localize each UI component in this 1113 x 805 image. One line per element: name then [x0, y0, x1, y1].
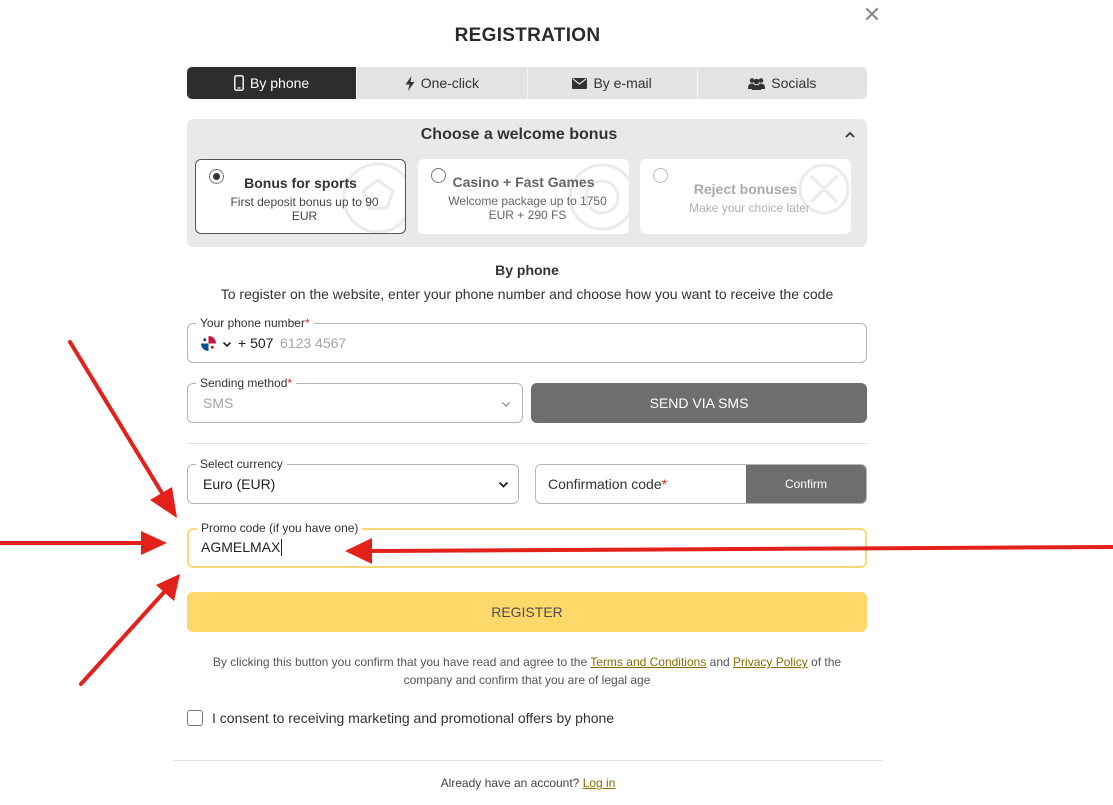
bonus-name: Reject bonuses — [693, 181, 798, 197]
bonus-title: Choose a welcome bonus — [420, 126, 618, 143]
bonus-option-sports[interactable]: Bonus for sports First deposit bonus up … — [195, 159, 406, 234]
divider — [187, 443, 867, 444]
close-icon[interactable]: ✕ — [861, 4, 883, 26]
arrow-down-right-icon — [68, 340, 177, 518]
chevron-down-icon[interactable] — [221, 338, 233, 350]
terms-link[interactable]: Terms and Conditions — [590, 655, 706, 669]
bonus-description: First deposit bonus up to 90 EUR — [230, 195, 379, 223]
tab-by-email[interactable]: By e-mail — [528, 67, 698, 99]
tab-label: By e-mail — [593, 75, 652, 91]
tab-label: Socials — [771, 75, 817, 91]
tab-label: One-click — [420, 75, 480, 91]
login-link[interactable]: Log in — [583, 776, 616, 790]
consent-checkbox[interactable] — [187, 710, 203, 726]
arrow-up-right-icon — [79, 574, 180, 686]
chevron-down-icon — [502, 402, 510, 407]
bonus-option-casino[interactable]: Casino + Fast Games Welcome package up t… — [418, 159, 629, 234]
phone-field[interactable]: Your phone number* + 507 — [187, 316, 867, 363]
bonus-name: Casino + Fast Games — [452, 174, 595, 190]
terms-text: By clicking this button you confirm that… — [212, 655, 842, 687]
phone-input[interactable] — [280, 333, 580, 353]
phone-label: Your phone number* — [196, 316, 314, 330]
confirmation-code-field[interactable]: Confirmation code* Confirm — [535, 464, 867, 504]
marketing-consent[interactable]: I consent to receiving marketing and pro… — [187, 710, 614, 726]
divider — [173, 760, 883, 761]
lightning-icon — [405, 75, 415, 91]
chevron-up-icon[interactable] — [843, 128, 857, 142]
welcome-bonus-panel: Choose a welcome bonus Bonus for sports … — [187, 119, 867, 247]
envelope-icon — [572, 77, 588, 89]
bonus-description: Make your choice later — [689, 201, 810, 215]
sending-method-label: Sending method* — [196, 376, 297, 390]
people-icon — [748, 77, 766, 90]
currency-value: Euro (EUR) — [203, 476, 276, 492]
chevron-down-icon — [498, 481, 509, 488]
tab-one-click[interactable]: One-click — [357, 67, 528, 99]
tab-socials[interactable]: Socials — [698, 67, 867, 99]
promo-code-label: Promo code (if you have one) — [197, 521, 363, 535]
page-title: REGISTRATION — [454, 25, 601, 46]
tab-by-phone[interactable]: By phone — [187, 67, 358, 99]
send-via-sms-button[interactable]: SEND VIA SMS — [531, 383, 867, 423]
sending-method-value: SMS — [203, 395, 234, 411]
section-description: To register on the website, enter your p… — [220, 286, 834, 302]
currency-label: Select currency — [196, 457, 287, 471]
bonus-name: Bonus for sports — [244, 175, 357, 191]
promo-code-field[interactable]: Promo code (if you have one) AGMELMAX — [187, 521, 867, 568]
bonus-description: Welcome package up to 1750 EUR + 290 FS — [448, 194, 607, 222]
phone-icon — [234, 75, 244, 91]
privacy-link[interactable]: Privacy Policy — [733, 655, 808, 669]
promo-code-input[interactable]: AGMELMAX — [201, 539, 283, 556]
registration-tabs: By phone One-click By e-mail Socials — [187, 67, 867, 99]
arrow-right-icon — [0, 531, 167, 555]
confirm-button[interactable]: Confirm — [746, 465, 866, 503]
panama-flag-icon[interactable] — [201, 336, 216, 351]
sending-method-select[interactable]: Sending method* SMS — [187, 376, 523, 423]
login-prompt: Already have an account? Log in — [440, 776, 616, 790]
tab-label: By phone — [250, 75, 310, 91]
bonus-option-reject[interactable]: Reject bonuses Make your choice later — [640, 159, 851, 234]
section-heading: By phone — [495, 262, 559, 278]
country-prefix: + 507 — [238, 335, 274, 351]
register-button[interactable]: REGISTER — [187, 592, 867, 632]
consent-label: I consent to receiving marketing and pro… — [212, 710, 615, 726]
confirmation-code-placeholder: Confirmation code* — [548, 476, 668, 492]
currency-select[interactable]: Select currency Euro (EUR) — [187, 457, 519, 504]
